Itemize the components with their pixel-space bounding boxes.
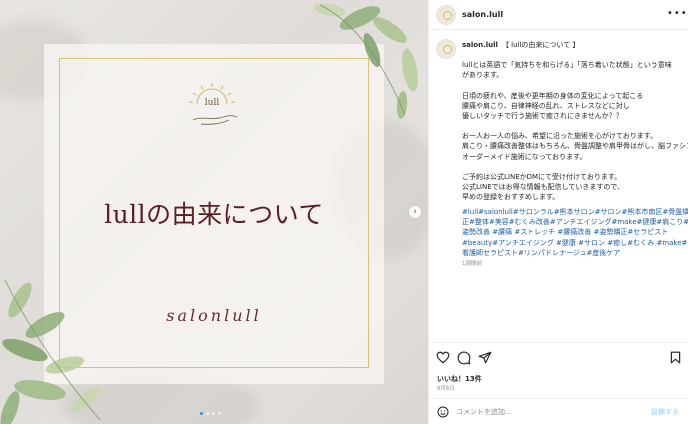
caption-line: 腰痛や肩こり、自律神経の乱れ、ストレスなどに対し [462,101,630,110]
caption-line: お一人お一人の悩み、希望に沿った施術を心がけております。 [462,132,658,141]
emoji-icon[interactable] [437,406,449,418]
carousel-dot-active [200,412,203,415]
post-media: lull lullの由来について salonlull › [0,0,428,424]
headline-text: lullの由来について [104,200,324,229]
comment-bar: 投稿する [429,398,688,424]
caption: salon.lull 【 lullの由来について 】 lullとは英語で「気持ちを… [462,40,688,202]
carousel-indicator [200,412,221,415]
caption-line: 日頃の疲れや、産後や更年期の身体の変化によって起こる [462,91,644,100]
action-bar [429,342,688,372]
avatar[interactable] [436,5,456,25]
hashtag-line[interactable]: #beauty#アンチエイジング #健康 #サロン #癒し#むくみ #make# [462,238,687,248]
caption-line: があります。 [462,71,504,80]
sun-hand-logo-icon [188,83,238,125]
more-options-button[interactable]: ••• [667,8,688,19]
hashtag-line[interactable]: 看護師セラピスト#リンパドレナージュ#産後ケア [462,248,684,258]
post-header: salon.lull ••• [429,0,688,30]
caption-line: 肩こり・腰痛改善整体はもちろん、骨盤調整や肩甲骨はがし、脳ファシアなど [462,142,688,151]
post-date: 8月6日 [437,386,455,392]
caption-line: オーダーメイド施術になっております。 [462,152,587,161]
header-username[interactable]: salon.lull [462,10,503,19]
bookmark-icon[interactable] [670,351,681,364]
leaf-decoration-bottom-left [0,279,101,424]
caption-title: 【 lullの由来について 】 [501,41,580,49]
share-icon[interactable] [478,351,492,364]
carousel-dot [218,412,221,415]
likes-count[interactable]: いいね！13件 [437,374,482,384]
heart-icon[interactable] [436,351,450,364]
caption-line: ご予約は公式LINEかDMにて受け付けております。 [462,172,622,181]
leaf-decoration-top-right [314,3,418,119]
comment-icon[interactable] [457,351,471,365]
carousel-next-button[interactable]: › [408,205,422,219]
logo-text: lull [204,98,220,108]
post-comment-button[interactable]: 投稿する [651,407,679,417]
carousel-dot [212,412,215,415]
brand-logo: lull [179,80,245,136]
caption-line: 早めの登録をおすすめします。 [462,193,560,202]
caption-line: 公式LINEではお得な情報も配信していきますので、 [462,183,625,192]
caption-username[interactable]: salon.lull [462,41,498,49]
caption-line: lullとは英語で「気持ちを和らげる」「落ち着いた状態」という意味 [462,61,672,70]
hashtag-line[interactable]: 正#整体#美容#むくみ改善#アンチエイジング#make#健康#肩こり# [462,217,688,227]
hashtag-line[interactable]: 姿勢改善 #腰痛 #ストレッチ #腰痛改善 #姿勢矯正#セラピスト [462,227,684,237]
comment-input[interactable] [456,406,636,418]
caption-time[interactable]: 1週間前 [462,259,482,267]
hashtag-list: #lull#salonlull#サロンラル#熊本サロン#サロン#熊本市南区#骨盤… [462,207,688,258]
caption-avatar[interactable] [436,39,456,59]
carousel-dot [206,412,209,415]
post-sidebar: salon.lull ••• salon.lull 【 lullの由来について 】… [428,0,688,424]
more-horizontal-icon: ••• [667,8,688,19]
hashtag-line[interactable]: #lull#salonlull#サロンラル#熊本サロン#サロン#熊本市南区#骨盤… [462,207,688,217]
caption-line: 優しいタッチで行う施術で癒されにきませんか？？ [462,112,623,121]
